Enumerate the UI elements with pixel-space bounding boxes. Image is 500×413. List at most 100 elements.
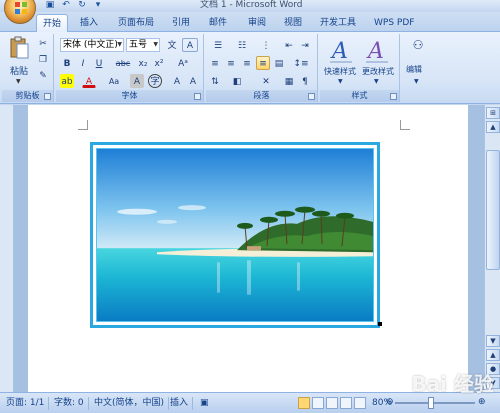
char-border-button[interactable]: A — [182, 38, 198, 52]
grow-font-button[interactable]: A — [170, 74, 184, 88]
tab-home[interactable]: 开始 — [36, 14, 69, 32]
office-logo-icon — [15, 2, 27, 14]
paragraph-launcher-icon[interactable] — [308, 93, 315, 100]
italic-button[interactable]: I — [76, 56, 90, 70]
web-layout-icon[interactable] — [326, 397, 338, 409]
change-styles-label: 更改样式 — [362, 67, 394, 76]
vertical-ruler — [0, 105, 14, 392]
scrollbar-thumb[interactable] — [486, 150, 500, 270]
vertical-scrollbar[interactable]: ⊞ ▲ ▼ ▲ ● ▼ — [484, 105, 500, 392]
zoom-in-icon[interactable]: ⊕ — [478, 397, 486, 407]
ruler-toggle-icon[interactable]: ⊞ — [486, 107, 500, 119]
align-right-icon[interactable]: ≡ — [240, 56, 254, 70]
multilevel-list-icon[interactable]: ⋮ — [256, 38, 276, 52]
change-styles-button[interactable]: A — [362, 36, 392, 66]
clipboard-group: 粘贴 ▼ ✂ ❐ ✎ 剪贴板 — [2, 34, 54, 102]
align-center-icon[interactable]: ≡ — [224, 56, 238, 70]
undo-icon[interactable]: ↶ — [60, 0, 72, 10]
line-spacing-icon[interactable]: ↕≡ — [290, 56, 312, 70]
clipboard-launcher-icon[interactable] — [44, 93, 51, 100]
insert-mode[interactable]: 插入 — [166, 397, 194, 410]
quick-styles-button[interactable]: A — [326, 36, 356, 66]
paragraph-group: ☰ ☷ ⋮ ⇤ ⇥ ≡ ≡ ≡ ≡ ▤ ↕≡ ⇅ ◧ ✕ ▦ ¶ 段落 — [206, 34, 318, 102]
print-layout-icon[interactable] — [298, 397, 310, 409]
superscript-button[interactable]: x² — [152, 56, 166, 70]
save-icon[interactable]: ▣ — [44, 0, 56, 10]
tab-view[interactable]: 视图 — [278, 14, 308, 32]
format-painter-icon[interactable]: ✎ — [36, 68, 50, 82]
font-launcher-icon[interactable] — [194, 93, 201, 100]
numbering-icon[interactable]: ☷ — [232, 38, 252, 52]
copy-icon[interactable]: ❐ — [36, 52, 50, 66]
distributed-icon[interactable]: ▤ — [272, 56, 286, 70]
image-resize-handle[interactable] — [378, 322, 382, 326]
underline-button[interactable]: U — [92, 56, 106, 70]
outline-view-icon[interactable] — [340, 397, 352, 409]
bullets-icon[interactable]: ☰ — [208, 38, 228, 52]
phonetic-guide-button[interactable]: 文 — [164, 38, 180, 52]
font-color-button[interactable]: A — [82, 74, 96, 88]
zoom-slider-thumb[interactable] — [428, 397, 434, 409]
styles-group: A 快速样式 A 更改样式 ▼ ▼ 样式 — [320, 34, 400, 102]
zoom-slider[interactable] — [395, 402, 475, 404]
inserted-picture[interactable] — [90, 142, 380, 328]
font-size-value: 五号 — [129, 40, 148, 50]
scroll-up-icon[interactable]: ▲ — [486, 121, 500, 133]
show-marks-icon[interactable]: ¶ — [298, 74, 312, 88]
editing-label[interactable]: 编辑 — [406, 64, 422, 75]
tab-review[interactable]: 审阅 — [242, 14, 272, 32]
find-binoculars-icon[interactable]: ⚇ — [408, 38, 428, 58]
tab-developer[interactable]: 开发工具 — [314, 14, 362, 32]
sort-icon[interactable]: ⇅ — [208, 74, 222, 88]
quick-styles-icon: A — [330, 39, 352, 64]
shrink-font-icon[interactable]: A — [186, 74, 200, 88]
page-count[interactable]: 页面: 1/1 — [2, 397, 50, 410]
tab-insert[interactable]: 插入 — [74, 14, 104, 32]
font-size-combo[interactable]: 五号 ▼ — [126, 38, 160, 52]
zoom-out-icon[interactable]: ⊖ — [386, 397, 394, 407]
decrease-indent-icon[interactable]: ⇤ — [282, 38, 296, 52]
previous-page-icon[interactable]: ▲ — [486, 349, 500, 361]
char-shading-button[interactable]: A — [130, 74, 144, 88]
strikethrough-button[interactable]: abc — [114, 56, 132, 70]
font-name-combo[interactable]: 宋体 (中文正) ▼ — [60, 38, 124, 52]
borders-icon[interactable]: ▦ — [282, 74, 296, 88]
cut-icon[interactable]: ✂ — [36, 36, 50, 50]
bold-button[interactable]: B — [60, 56, 74, 70]
word-count[interactable]: 字数: 0 — [50, 397, 89, 410]
chevron-down-icon[interactable]: ▼ — [414, 78, 419, 85]
subscript-button[interactable]: x₂ — [136, 56, 150, 70]
justify-icon[interactable]: ≡ — [256, 56, 270, 70]
margin-mark-top-right — [400, 120, 410, 130]
tab-wps-pdf[interactable]: WPS PDF — [368, 14, 420, 32]
quick-access-toolbar: ▣ ↶ ↻ ▾ — [44, 0, 104, 10]
full-screen-reading-icon[interactable] — [312, 397, 324, 409]
tab-page-layout[interactable]: 页面布局 — [112, 14, 160, 32]
enclose-chars-button[interactable]: 字 — [148, 74, 162, 88]
clear-formatting-icon[interactable]: Aᵃ — [172, 56, 194, 70]
increase-indent-icon[interactable]: ⇥ — [298, 38, 312, 52]
draft-view-icon[interactable] — [354, 397, 366, 409]
paste-button[interactable] — [8, 36, 30, 62]
language-indicator[interactable]: 中文(简体，中国) — [90, 397, 170, 410]
highlight-color-icon[interactable]: ab — [60, 74, 74, 88]
change-case-button[interactable]: Aa — [104, 74, 124, 88]
align-left-icon[interactable]: ≡ — [208, 56, 222, 70]
tab-references[interactable]: 引用 — [166, 14, 196, 32]
scroll-down-icon[interactable]: ▼ — [486, 335, 500, 347]
styles-launcher-icon[interactable] — [390, 93, 397, 100]
paste-icon — [10, 36, 29, 59]
customize-qat-icon[interactable]: ▾ — [92, 0, 104, 10]
macro-record-icon[interactable]: ▣ — [196, 397, 212, 410]
shading-icon[interactable]: ◧ — [230, 74, 244, 88]
chevron-down-icon[interactable]: ▼ — [374, 78, 379, 85]
paste-label: 粘贴 — [10, 67, 29, 77]
editing-group: ⚇ 编辑 ▼ — [402, 34, 434, 102]
paste-dropdown-icon[interactable]: ▼ — [16, 78, 21, 85]
chevron-down-icon[interactable]: ▼ — [338, 78, 343, 85]
tab-mailings[interactable]: 邮件 — [203, 14, 233, 32]
window-title: 文档 1 - Microsoft Word — [200, 0, 303, 10]
redo-icon[interactable]: ↻ — [76, 0, 88, 10]
chinese-layout-icon[interactable]: ✕ — [256, 74, 276, 88]
font-group-label: 字体 — [56, 90, 203, 102]
